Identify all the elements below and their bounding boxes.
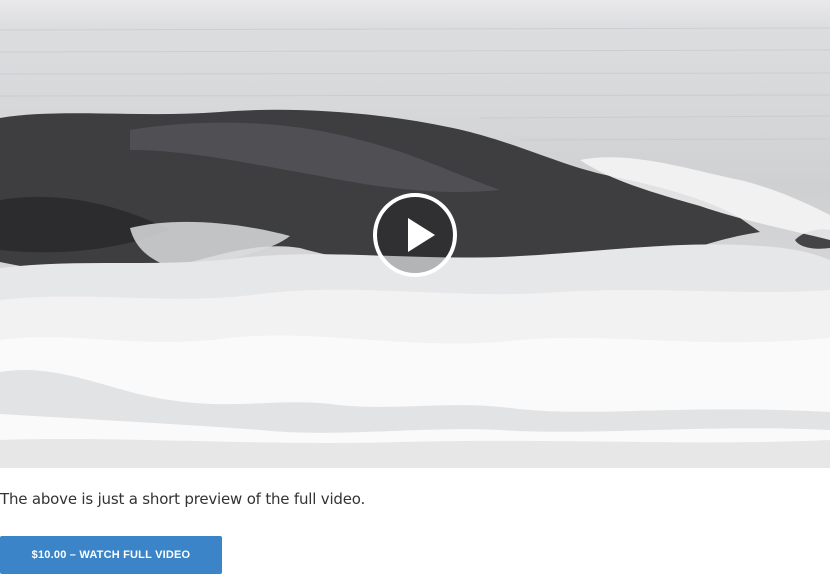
preview-caption: The above is just a short preview of the… xyxy=(0,490,366,508)
watch-full-video-button[interactable]: $10.00 – WATCH FULL VIDEO xyxy=(0,536,222,574)
play-button[interactable] xyxy=(373,193,457,277)
wet-sand xyxy=(0,439,830,468)
play-icon xyxy=(408,218,435,252)
video-preview[interactable] xyxy=(0,0,830,468)
